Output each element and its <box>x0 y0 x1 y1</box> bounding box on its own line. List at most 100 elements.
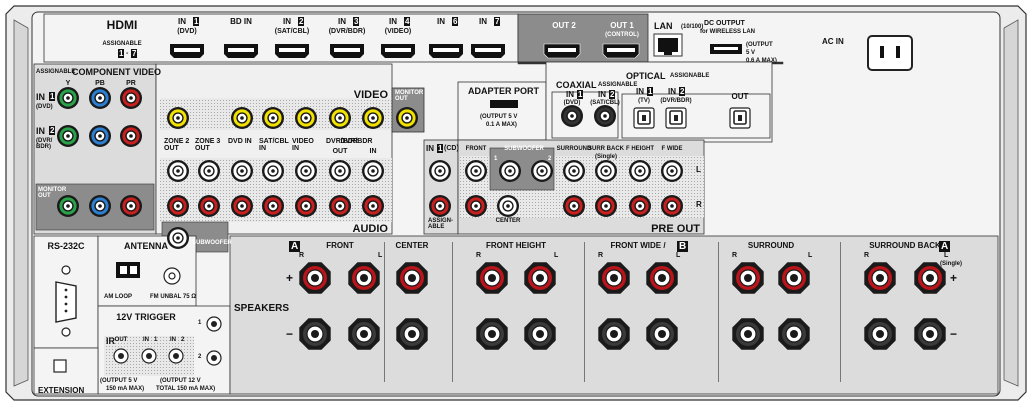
component-video-jack[interactable] <box>89 87 111 109</box>
am-loop-terminal[interactable] <box>116 262 140 278</box>
speaker-post-negative[interactable] <box>914 318 946 350</box>
speaker-post-positive[interactable] <box>476 262 508 294</box>
preout-r-jack[interactable] <box>563 195 585 217</box>
audio-l-jack[interactable] <box>198 160 220 182</box>
audio-l-jack[interactable] <box>262 160 284 182</box>
audio-l-jack[interactable] <box>329 160 351 182</box>
speaker-post-positive[interactable] <box>598 262 630 294</box>
preout-l-jack[interactable] <box>629 160 651 182</box>
preout-l-jack[interactable] <box>465 160 487 182</box>
speaker-post-positive[interactable] <box>914 262 946 294</box>
ir-in2-jack[interactable] <box>168 348 184 364</box>
hdmi-in-port[interactable] <box>429 44 463 58</box>
component-video-jack[interactable] <box>120 125 142 147</box>
speaker-post-positive[interactable] <box>778 262 810 294</box>
audio-r-jack[interactable] <box>295 195 317 217</box>
speaker-post-negative[interactable] <box>778 318 810 350</box>
hdmi-in-port[interactable] <box>170 44 204 58</box>
speaker-post-negative[interactable] <box>598 318 630 350</box>
speaker-post-negative[interactable] <box>646 318 678 350</box>
coaxial-in-jack[interactable] <box>594 105 616 127</box>
preout-l-jack[interactable] <box>595 160 617 182</box>
video-jack[interactable] <box>295 107 317 129</box>
component-video-jack[interactable] <box>120 195 142 217</box>
hdmi-out-port[interactable] <box>543 43 581 59</box>
preout-l-jack[interactable] <box>499 160 521 182</box>
dc-output-port[interactable] <box>710 44 742 54</box>
preout-r-jack[interactable] <box>465 195 487 217</box>
coaxial-in2: IN <box>598 90 606 99</box>
video-jack[interactable] <box>362 107 384 129</box>
audio-r-jack[interactable] <box>262 195 284 217</box>
speaker-post-negative[interactable] <box>348 318 380 350</box>
preout-l-jack[interactable] <box>563 160 585 182</box>
optical-port[interactable] <box>729 107 751 129</box>
speaker-post-positive[interactable] <box>299 262 331 294</box>
audio-r-jack[interactable] <box>231 195 253 217</box>
coaxial-assignable: ASSIGNABLE <box>598 82 638 88</box>
optical-port[interactable] <box>633 107 655 129</box>
preout-r-jack[interactable] <box>661 195 683 217</box>
video-jack[interactable] <box>231 107 253 129</box>
component-video-jack[interactable] <box>120 87 142 109</box>
speaker-post-positive[interactable] <box>646 262 678 294</box>
hdmi-in-port[interactable] <box>330 44 364 58</box>
audio-l-jack[interactable] <box>295 160 317 182</box>
cd-in-l-jack[interactable] <box>429 160 451 182</box>
component-video-jack[interactable] <box>57 125 79 147</box>
trigger-2-jack[interactable] <box>206 350 222 366</box>
speaker-post-negative[interactable] <box>732 318 764 350</box>
adapter-port[interactable] <box>490 100 518 108</box>
extension-port[interactable] <box>53 359 67 373</box>
speaker-post-negative[interactable] <box>524 318 556 350</box>
audio-l-jack[interactable] <box>231 160 253 182</box>
video-jack[interactable] <box>329 107 351 129</box>
component-video-jack[interactable] <box>89 125 111 147</box>
audio-r-jack[interactable] <box>362 195 384 217</box>
lan-port[interactable] <box>653 33 683 57</box>
component-video-jack[interactable] <box>89 195 111 217</box>
cd-in-r-jack[interactable] <box>429 195 451 217</box>
audio-r-jack[interactable] <box>167 195 189 217</box>
speaker-post-positive[interactable] <box>864 262 896 294</box>
speaker-post-negative[interactable] <box>476 318 508 350</box>
hdmi-port-badge: 3 <box>353 17 360 26</box>
coaxial-in-jack[interactable] <box>561 105 583 127</box>
hdmi-in-port[interactable] <box>275 44 309 58</box>
hdmi-out-port[interactable] <box>602 43 640 59</box>
hdmi-in-port[interactable] <box>381 44 415 58</box>
speaker-post-negative[interactable] <box>299 318 331 350</box>
preout-l-jack[interactable] <box>661 160 683 182</box>
cv-in2-sub: (DVR/ BDR) <box>36 138 53 150</box>
audio-subwoofer-jack[interactable] <box>167 227 189 249</box>
hdmi-in-port[interactable] <box>471 44 505 58</box>
ir-out-jack[interactable] <box>113 348 129 364</box>
audio-r-jack[interactable] <box>198 195 220 217</box>
component-video-jack[interactable] <box>57 87 79 109</box>
video-jack[interactable] <box>262 107 284 129</box>
speaker-post-positive[interactable] <box>396 262 428 294</box>
video-jack[interactable] <box>167 107 189 129</box>
video-monitor-out-jack[interactable] <box>396 107 418 129</box>
hdmi-in-port[interactable] <box>224 44 258 58</box>
speaker-post-positive[interactable] <box>348 262 380 294</box>
speaker-post-positive[interactable] <box>732 262 764 294</box>
preout-l-jack[interactable] <box>531 160 553 182</box>
fm-antenna-jack[interactable] <box>163 267 181 285</box>
speaker-post-positive[interactable] <box>524 262 556 294</box>
preout-r-jack[interactable] <box>595 195 617 217</box>
speaker-post-negative[interactable] <box>396 318 428 350</box>
preout-center-jack[interactable] <box>497 195 519 217</box>
audio-r-jack[interactable] <box>329 195 351 217</box>
ac-in-socket[interactable] <box>867 35 913 71</box>
audio-l-jack[interactable] <box>167 160 189 182</box>
optical-port[interactable] <box>665 107 687 129</box>
antenna-fm: FM UNBAL 75 Ω <box>150 294 197 300</box>
preout-r-jack[interactable] <box>629 195 651 217</box>
speaker-post-negative[interactable] <box>864 318 896 350</box>
audio-l-jack[interactable] <box>362 160 384 182</box>
ir-in1-jack[interactable] <box>141 348 157 364</box>
speaker-badge-a: A <box>939 241 951 252</box>
dc-output-sub: for WIRELESS LAN <box>700 29 755 35</box>
trigger-1-jack[interactable] <box>206 316 222 332</box>
